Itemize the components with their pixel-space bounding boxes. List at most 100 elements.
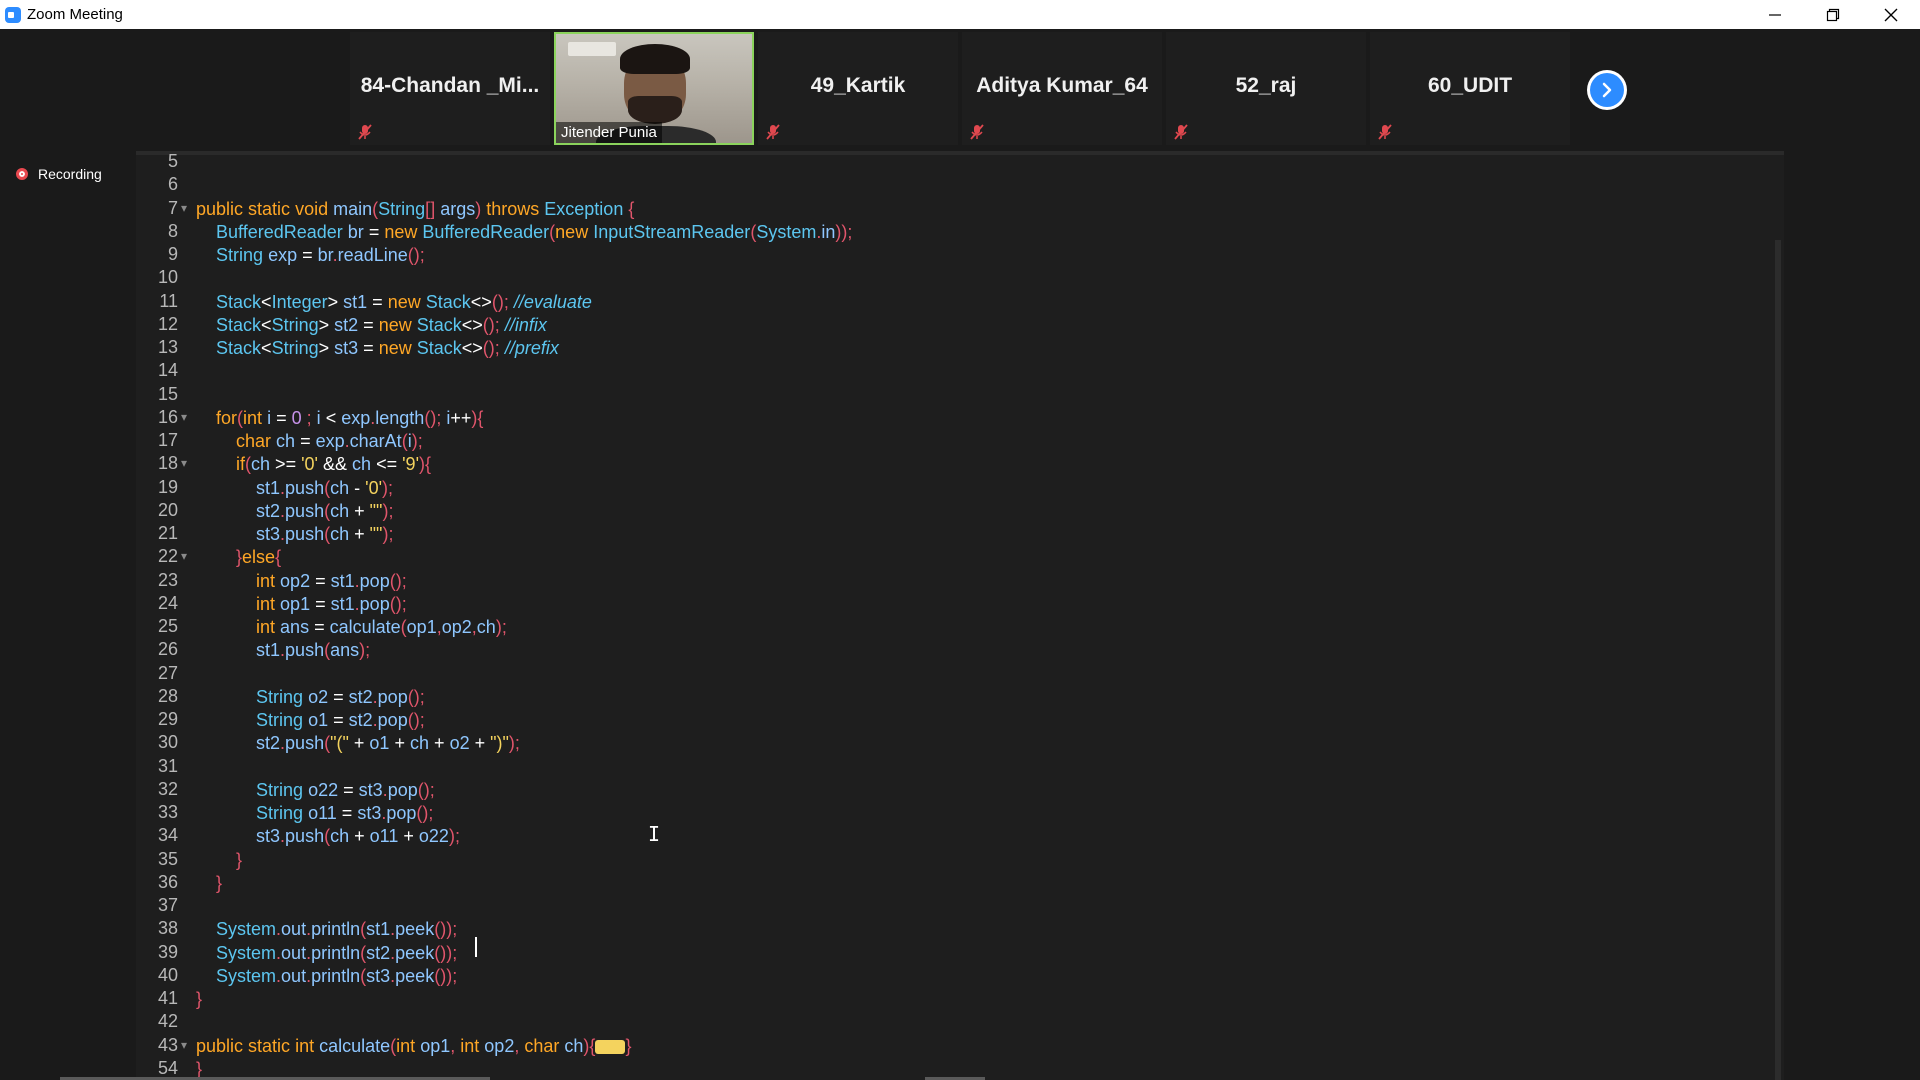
- line-number: 8: [167, 220, 178, 241]
- record-icon: [16, 168, 28, 180]
- line-number: 17: [157, 430, 178, 450]
- code-line[interactable]: String o11 = st3.pop();: [196, 802, 433, 825]
- line-number: 10: [157, 267, 178, 288]
- participant-name: 49_Kartik: [810, 74, 906, 97]
- participant-tile[interactable]: 60_UDIT: [1370, 32, 1570, 145]
- restore-button[interactable]: [1804, 0, 1862, 29]
- code-line[interactable]: st2.push("(" + o1 + ch + o2 + ")");: [196, 732, 520, 755]
- code-line[interactable]: st1.push(ch - '0');: [196, 477, 393, 500]
- participant-tile[interactable]: 84-Chandan _Mi...: [350, 32, 550, 145]
- participant-tile[interactable]: 52_raj: [1166, 32, 1366, 145]
- fold-toggle-icon[interactable]: ▾: [181, 549, 187, 563]
- recording-label: Recording: [38, 166, 102, 182]
- minimize-icon: [1769, 13, 1781, 16]
- video-person-beard: [628, 96, 682, 124]
- mic-muted-icon: [358, 124, 372, 140]
- code-line[interactable]: }: [196, 988, 202, 1011]
- code-line[interactable]: System.out.println(st1.peek());: [196, 918, 457, 941]
- collapsed-block-marker[interactable]: [595, 1039, 626, 1054]
- code-editor[interactable]: 5 6 7 ▾ 8 9 10 11 12 13 14 15 16 ▾ 17 18 ▾ 19 20 21 22 ▾ 23 24 2…: [136, 151, 1784, 1080]
- line-number: 33: [157, 802, 178, 822]
- window-title: Zoom Meeting: [27, 6, 123, 23]
- line-number: 40: [157, 964, 178, 985]
- fold-toggle-icon[interactable]: ▾: [181, 1038, 187, 1052]
- line-number: 26: [157, 639, 178, 660]
- code-line[interactable]: }else{: [196, 546, 281, 569]
- line-number: 31: [157, 755, 178, 776]
- line-number: 29: [157, 709, 178, 729]
- code-line[interactable]: Stack<String> st2 = new Stack<>(); //inf…: [196, 314, 547, 337]
- close-button[interactable]: [1862, 0, 1920, 29]
- line-number: 13: [157, 337, 178, 357]
- code-line[interactable]: for(int i = 0 ; i < exp.length(); i++){: [196, 407, 483, 430]
- code-line[interactable]: int op1 = st1.pop();: [196, 593, 407, 616]
- line-number: 41: [157, 988, 178, 1008]
- participant-name: Aditya Kumar_64: [976, 74, 1148, 97]
- fold-toggle-icon[interactable]: ▾: [181, 201, 187, 215]
- mic-muted-icon: [970, 124, 984, 140]
- participant-tile[interactable]: 49_Kartik: [758, 32, 958, 145]
- code-line[interactable]: char ch = exp.charAt(i);: [196, 430, 423, 453]
- code-line[interactable]: System.out.println(st2.peek());: [196, 942, 457, 965]
- line-number: 30: [157, 732, 178, 753]
- participant-gallery: 84-Chandan _Mi... Jitender Punia 49_Kart…: [0, 29, 1920, 149]
- code-line[interactable]: BufferedReader br = new BufferedReader(n…: [196, 221, 852, 244]
- mic-muted-icon: [1174, 124, 1188, 140]
- code-line[interactable]: if(ch >= '0' && ch <= '9'){: [196, 453, 431, 476]
- next-page-button[interactable]: [1587, 70, 1627, 110]
- code-line[interactable]: st1.push(ans);: [196, 639, 370, 662]
- window-titlebar: Zoom Meeting: [0, 0, 1920, 29]
- line-number: 18: [157, 453, 178, 474]
- fold-toggle-icon[interactable]: ▾: [181, 410, 187, 424]
- line-number: 32: [157, 778, 178, 799]
- text-caret: [475, 937, 477, 957]
- line-number: 23: [157, 569, 178, 590]
- participant-video-tile[interactable]: Jitender Punia: [554, 32, 754, 145]
- window-controls: [1746, 0, 1920, 29]
- mouse-ibeam-cursor: I: [648, 822, 661, 846]
- code-line[interactable]: int op2 = st1.pop();: [196, 570, 407, 593]
- code-line[interactable]: st3.push(ch + "");: [196, 523, 393, 546]
- participant-name: 84-Chandan _Mi...: [360, 74, 540, 97]
- zoom-app-icon: [5, 6, 21, 23]
- line-number: 15: [157, 383, 178, 404]
- editor-top-border: [136, 151, 1784, 155]
- line-number: 19: [157, 476, 178, 497]
- line-number: 27: [157, 662, 178, 683]
- recording-indicator[interactable]: Recording: [16, 166, 102, 182]
- participant-tile[interactable]: Aditya Kumar_64: [962, 32, 1162, 145]
- minimize-button[interactable]: [1746, 0, 1804, 29]
- fold-toggle-icon[interactable]: ▾: [181, 456, 187, 470]
- code-line[interactable]: System.out.println(st3.peek());: [196, 965, 457, 988]
- line-number: 24: [157, 592, 178, 613]
- restore-icon: [1826, 8, 1840, 21]
- code-line[interactable]: public static int calculate(int op1, int…: [196, 1035, 631, 1058]
- line-number: 34: [157, 825, 178, 846]
- code-line[interactable]: }: [196, 849, 242, 872]
- line-number: 25: [157, 616, 178, 636]
- vertical-scrollbar[interactable]: [1775, 240, 1781, 1080]
- code-line[interactable]: String exp = br.readLine();: [196, 244, 425, 267]
- code-line[interactable]: String o2 = st2.pop();: [196, 686, 425, 709]
- line-number: 7: [167, 197, 178, 218]
- code-line[interactable]: public static void main(String[] args) t…: [196, 198, 634, 221]
- video-background: [568, 42, 616, 56]
- code-line[interactable]: st3.push(ch + o11 + o22);: [196, 825, 460, 848]
- line-number: 36: [157, 871, 178, 892]
- code-line[interactable]: st2.push(ch + "");: [196, 500, 393, 523]
- line-number: 11: [159, 290, 178, 311]
- code-line[interactable]: Stack<String> st3 = new Stack<>(); //pre…: [196, 337, 559, 360]
- code-line[interactable]: String o22 = st3.pop();: [196, 779, 435, 802]
- line-number: 9: [167, 244, 178, 264]
- code-line[interactable]: int ans = calculate(op1,op2,ch);: [196, 616, 507, 639]
- mic-muted-icon: [766, 124, 780, 140]
- code-line[interactable]: }: [196, 872, 222, 895]
- mic-muted-icon: [1378, 124, 1392, 140]
- line-number: 43: [157, 1034, 178, 1055]
- line-number: 14: [157, 360, 178, 381]
- code-line[interactable]: String o1 = st2.pop();: [196, 709, 425, 732]
- video-person-hair: [620, 44, 690, 74]
- line-number: 39: [157, 941, 178, 962]
- code-line[interactable]: Stack<Integer> st1 = new Stack<>(); //ev…: [196, 291, 592, 314]
- participant-name: 52_raj: [1235, 74, 1297, 97]
